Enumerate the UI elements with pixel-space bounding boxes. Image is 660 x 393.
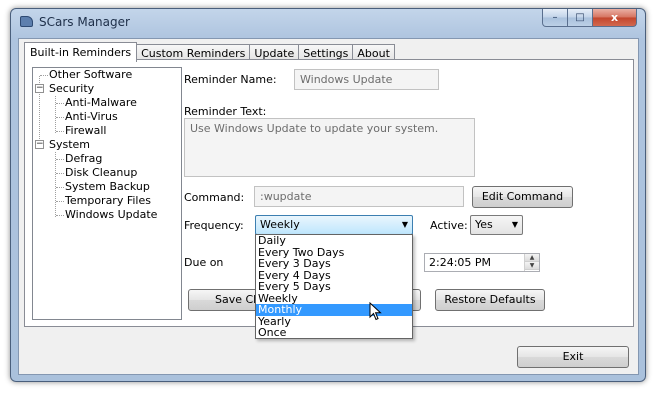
- tree-item-security[interactable]: Security: [49, 82, 94, 96]
- tree-connector: [56, 187, 64, 188]
- tree-item-label: Anti-Malware: [65, 96, 137, 109]
- tree-item-label: Disk Cleanup: [65, 166, 138, 179]
- tree-item-anti-virus[interactable]: Anti-Virus: [65, 110, 118, 124]
- reminder-tree[interactable]: Other Software − Security Anti-Malware A…: [32, 67, 182, 320]
- active-selected-value: Yes: [475, 218, 493, 231]
- frequency-select[interactable]: Weekly ▼: [255, 215, 413, 235]
- reminder-name-label: Reminder Name:: [184, 73, 277, 86]
- close-button[interactable]: x: [593, 9, 637, 27]
- tree-item-label: Other Software: [49, 68, 133, 81]
- tree-item-label: System Backup: [65, 180, 150, 193]
- command-label: Command:: [184, 191, 245, 204]
- tree-item-windows-update[interactable]: Windows Update: [65, 208, 157, 222]
- title-bar[interactable]: SCars Manager – □ x: [11, 9, 645, 35]
- tree-connector: [56, 215, 64, 216]
- spin-down-icon[interactable]: ▼: [525, 262, 539, 270]
- frequency-dropdown-list: Daily Every Two Days Every 3 Days Every …: [255, 234, 413, 339]
- tree-item-other-software[interactable]: Other Software: [49, 68, 132, 82]
- minimize-button[interactable]: –: [542, 9, 568, 27]
- restore-defaults-button[interactable]: Restore Defaults: [435, 289, 545, 311]
- reminder-name-field[interactable]: Windows Update: [294, 69, 439, 90]
- mouse-pointer-icon: [369, 302, 382, 321]
- tree-connector: [56, 159, 64, 160]
- due-time-picker[interactable]: 2:24:05 PM ▲ ▼: [424, 253, 540, 272]
- tree-item-label: Defrag: [65, 152, 103, 165]
- reminder-text-label: Reminder Text:: [184, 105, 267, 118]
- tree-item-firewall[interactable]: Firewall: [65, 124, 106, 138]
- maximize-button[interactable]: □: [568, 9, 593, 27]
- tree-item-anti-malware[interactable]: Anti-Malware: [65, 96, 137, 110]
- tree-connector: [55, 152, 56, 217]
- reminder-text-field[interactable]: Use Windows Update to update your system…: [184, 118, 475, 177]
- tree-item-defrag[interactable]: Defrag: [65, 152, 102, 166]
- tree-item-label: Security: [49, 82, 95, 95]
- tab-strip: Built-in Reminders Custom Reminders Upda…: [24, 42, 395, 62]
- active-select[interactable]: Yes ▼: [470, 215, 523, 235]
- collapse-icon[interactable]: −: [35, 84, 44, 93]
- dropdown-option[interactable]: Daily: [256, 235, 412, 247]
- dropdown-option[interactable]: Every 3 Days: [256, 258, 412, 270]
- exit-button[interactable]: Exit: [517, 346, 629, 368]
- active-label: Active:: [430, 219, 468, 232]
- tree-connector: [56, 131, 64, 132]
- tree-connector: [55, 96, 56, 133]
- due-on-label: Due on: [184, 256, 224, 269]
- tree-connector: [56, 103, 64, 104]
- tree-item-label: Anti-Virus: [65, 110, 118, 123]
- tree-item-label: Windows Update: [65, 208, 158, 221]
- command-field[interactable]: :wupdate: [254, 186, 464, 207]
- tab-built-in-reminders[interactable]: Built-in Reminders: [24, 42, 138, 62]
- tree-item-system[interactable]: System: [49, 138, 90, 152]
- tree-connector: [56, 117, 64, 118]
- collapse-icon[interactable]: −: [35, 140, 44, 149]
- tree-item-label: Firewall: [65, 124, 107, 137]
- dropdown-option-highlighted[interactable]: Monthly: [256, 304, 412, 316]
- dropdown-option[interactable]: Every 5 Days: [256, 281, 412, 293]
- car-icon: [20, 16, 33, 27]
- caption-buttons: – □ x: [542, 9, 637, 27]
- dropdown-option[interactable]: Once: [256, 327, 412, 339]
- frequency-selected-value: Weekly: [260, 218, 300, 231]
- tree-connector: [40, 75, 48, 76]
- tree-connector: [56, 201, 64, 202]
- tree-item-label: System: [49, 138, 91, 151]
- tree-item-disk-cleanup[interactable]: Disk Cleanup: [65, 166, 137, 180]
- frequency-label: Frequency:: [184, 219, 244, 232]
- due-time-value: 2:24:05 PM: [429, 256, 492, 269]
- tree-item-label: Temporary Files: [65, 194, 151, 207]
- time-spinner[interactable]: ▲ ▼: [524, 254, 539, 271]
- tree-connector: [56, 173, 64, 174]
- tree-item-temporary-files[interactable]: Temporary Files: [65, 194, 151, 208]
- chevron-down-icon: ▼: [401, 220, 408, 229]
- tree-item-system-backup[interactable]: System Backup: [65, 180, 150, 194]
- chevron-down-icon: ▼: [511, 220, 518, 229]
- window-title: SCars Manager: [39, 15, 130, 29]
- spin-up-icon[interactable]: ▲: [525, 254, 539, 262]
- edit-command-button[interactable]: Edit Command: [472, 186, 573, 208]
